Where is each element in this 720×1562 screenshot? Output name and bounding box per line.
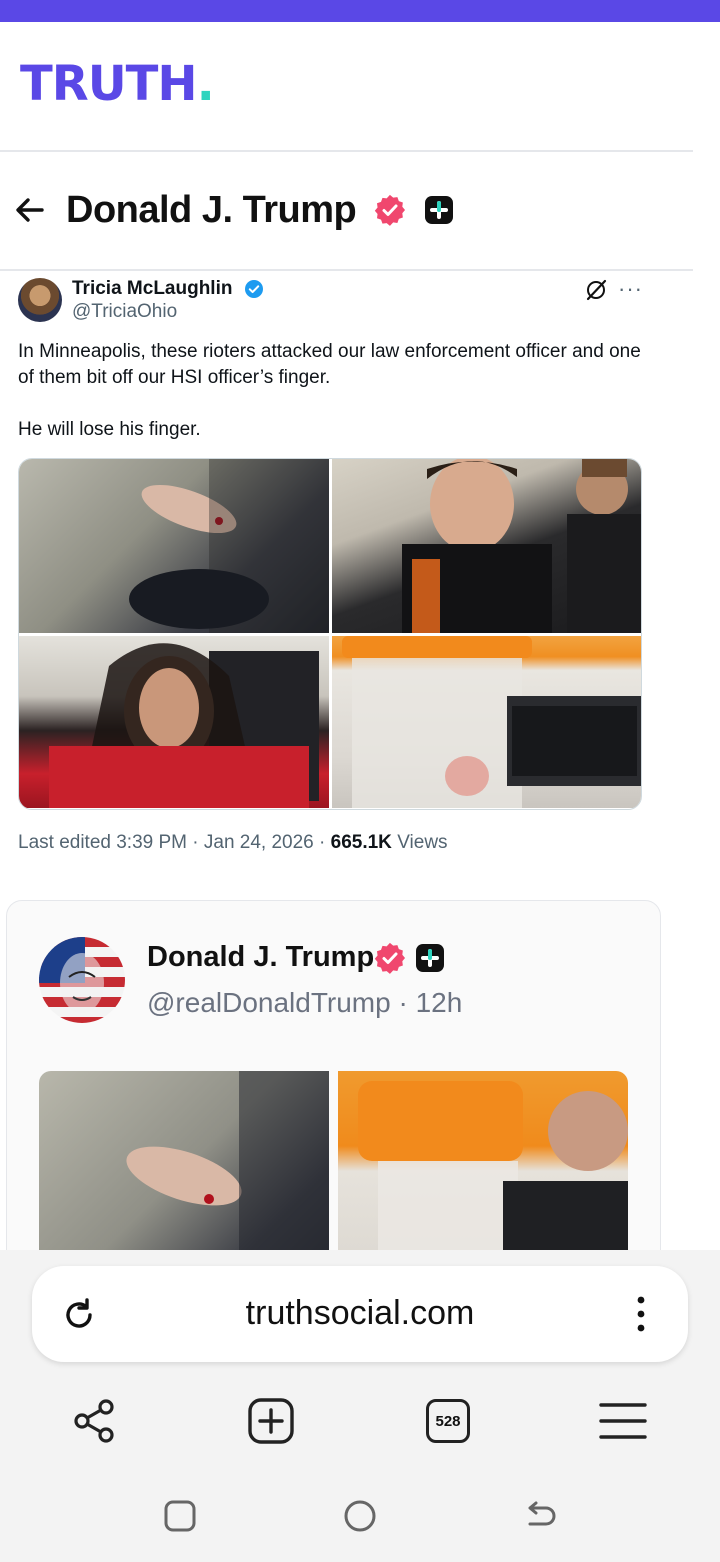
tweet-photo (332, 459, 641, 633)
tweet-author-handle: @TriciaOhio (72, 301, 178, 322)
recent-apps-icon[interactable] (162, 1498, 198, 1534)
tweet-photo (19, 636, 329, 808)
post-author-handle[interactable]: @realDonaldTrump · 12h (147, 987, 462, 1019)
tweet-author-name: Tricia McLaughlin (72, 278, 233, 299)
verified-badge-icon (375, 194, 406, 226)
tweet-views-label: Views (391, 832, 448, 853)
new-tab-icon[interactable] (246, 1396, 296, 1446)
tweet-photo (332, 636, 641, 808)
divider (0, 269, 693, 271)
home-icon[interactable] (342, 1498, 378, 1534)
back-arrow-icon[interactable] (12, 192, 48, 228)
url-bar[interactable]: truthsocial.com (32, 1266, 688, 1362)
tweet-views-count: 665.1K (330, 832, 392, 853)
truth-logo[interactable]: TRUTH. (20, 56, 215, 112)
back-nav-icon[interactable] (522, 1498, 558, 1534)
menu-icon[interactable] (598, 1396, 648, 1446)
truth-plus-icon (425, 196, 454, 224)
page-title: Donald J. Trump (66, 188, 357, 231)
avatar[interactable] (39, 937, 125, 1023)
logo-text: TRUTH (20, 56, 198, 112)
tweet-meta-text: Last edited 3:39 PM · Jan 24, 2026 · (18, 832, 331, 853)
tweet-verified-icon (245, 280, 263, 298)
status-bar (0, 0, 720, 22)
tweet-meta: Last edited 3:39 PM · Jan 24, 2026 · 665… (18, 832, 448, 854)
post-author-name[interactable]: Donald J. Trump (147, 941, 374, 974)
tweet-avatar (18, 278, 62, 322)
logo-dot: . (196, 56, 215, 112)
tweet-more-icon: ··· (618, 276, 643, 301)
tweet-photo (19, 459, 329, 633)
url-text[interactable]: truthsocial.com (32, 1294, 688, 1333)
embedded-tweet-screenshot[interactable]: Tricia McLaughlin @TriciaOhio ··· In Min… (0, 272, 660, 872)
tweet-text-paragraph: In Minneapolis, these rioters attacked o… (18, 341, 641, 388)
divider (0, 150, 693, 152)
browser-bottom-bar: truthsocial.com 528 (0, 1250, 720, 1562)
tweet-text-paragraph: He will lose his finger. (18, 419, 201, 440)
tabs-button[interactable]: 528 (423, 1396, 473, 1446)
browser-toolbar: 528 (0, 1390, 720, 1450)
system-nav-bar (0, 1490, 720, 1540)
more-vertical-icon[interactable] (630, 1294, 652, 1334)
verified-badge-icon (374, 942, 406, 974)
truth-plus-icon (416, 944, 444, 972)
tab-count[interactable]: 528 (426, 1399, 470, 1443)
tweet-photo-grid (18, 458, 642, 810)
profile-header: Donald J. Trump (12, 182, 454, 238)
tweet-text: In Minneapolis, these rioters attacked o… (18, 339, 648, 469)
share-icon[interactable] (70, 1396, 120, 1446)
grok-icon (586, 279, 607, 301)
